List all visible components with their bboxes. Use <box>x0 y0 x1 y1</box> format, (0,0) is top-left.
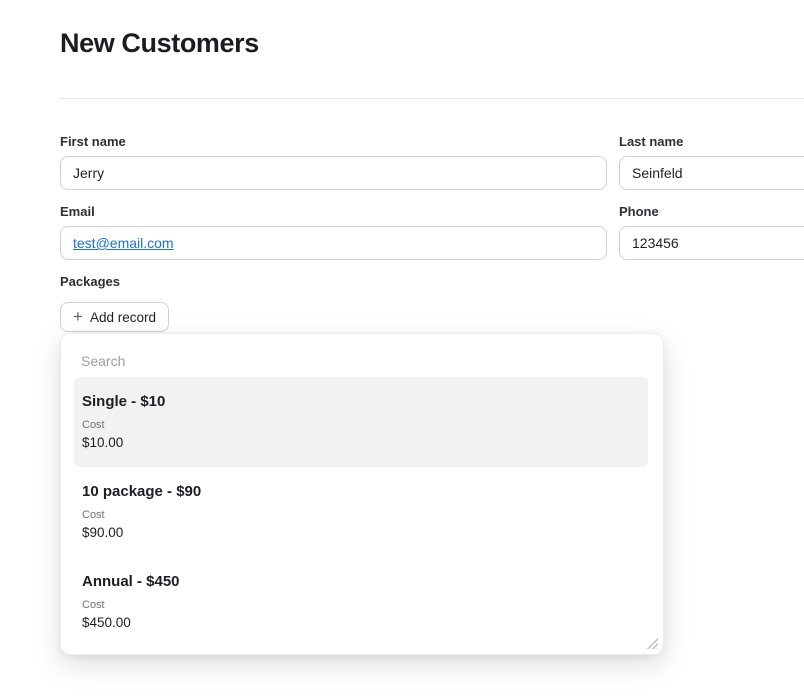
option-cost-value: $90.00 <box>82 525 124 540</box>
add-record-label: Add record <box>89 309 156 325</box>
option-title: Single - $10 <box>82 393 166 410</box>
option-cost-label: Cost <box>82 419 105 431</box>
package-option-10-package[interactable]: 10 package - $90 Cost $90.00 <box>74 467 648 557</box>
page-title: New Customers <box>60 28 259 58</box>
option-cost-label: Cost <box>82 599 105 611</box>
packages-section: Packages + Add record <box>60 274 169 332</box>
package-option-single[interactable]: Single - $10 Cost $10.00 <box>74 377 648 467</box>
package-picker-popover: Single - $10 Cost $10.00 10 package - $9… <box>60 333 664 655</box>
first-name-input[interactable] <box>60 156 607 190</box>
option-title: 10 package - $90 <box>82 483 202 500</box>
plus-icon: + <box>73 306 83 326</box>
last-name-input[interactable] <box>619 156 804 190</box>
option-cost-value: $10.00 <box>82 435 124 450</box>
package-option-annual[interactable]: Annual - $450 Cost $450.00 <box>74 557 648 647</box>
email-label: Email <box>60 204 95 219</box>
header-divider <box>60 98 804 99</box>
search-input[interactable] <box>61 334 663 377</box>
first-name-field: First name <box>60 134 607 190</box>
last-name-label: Last name <box>619 134 684 149</box>
first-name-label: First name <box>60 134 126 149</box>
phone-field: Phone <box>619 204 804 260</box>
option-title: Annual - $450 <box>82 573 180 590</box>
packages-label: Packages <box>60 274 120 289</box>
package-options-list: Single - $10 Cost $10.00 10 package - $9… <box>61 377 663 647</box>
option-cost-value: $450.00 <box>82 615 131 630</box>
email-field: Email <box>60 204 607 260</box>
last-name-field: Last name <box>619 134 804 190</box>
email-input[interactable] <box>60 226 607 260</box>
customer-form: First name Last name Email Phone <box>60 134 804 260</box>
add-record-button[interactable]: + Add record <box>60 302 169 332</box>
phone-label: Phone <box>619 204 659 219</box>
option-cost-label: Cost <box>82 509 105 521</box>
phone-input[interactable] <box>619 226 804 260</box>
